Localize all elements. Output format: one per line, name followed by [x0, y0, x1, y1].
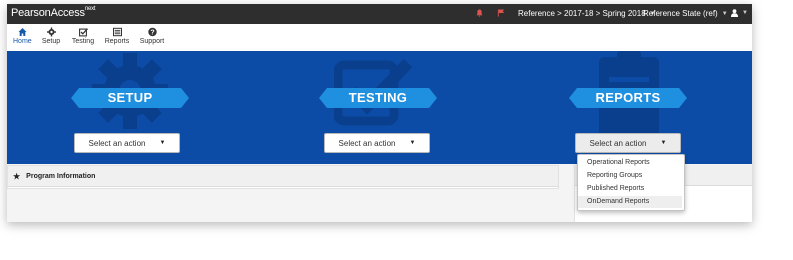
chevron-down-icon: ▼	[721, 10, 728, 17]
nav-support-label: Support	[139, 38, 165, 45]
nav-home-label: Home	[13, 38, 32, 45]
reports-dropdown-menu: Operational Reports Reporting Groups Pub…	[577, 154, 685, 211]
nav-home[interactable]: Home	[13, 27, 32, 45]
organization-dropdown[interactable]: Reference State (ref) ▼	[643, 9, 728, 18]
setup-select-label: Select an action	[88, 138, 146, 148]
menu-item-ondemand-reports[interactable]: OnDemand Reports	[578, 196, 682, 208]
testing-title: TESTING	[319, 88, 437, 108]
svg-text:?: ?	[150, 30, 154, 37]
app-window: PearsonAccessnext Reference > 2017-18 > …	[7, 4, 752, 222]
menu-item-published-reports[interactable]: Published Reports	[578, 183, 682, 195]
action-banner: SETUP TESTING REPORTS Select an action ▼…	[7, 51, 752, 164]
nav-reports-label: Reports	[104, 38, 130, 45]
reports-title: REPORTS	[569, 88, 687, 108]
list-icon	[112, 27, 122, 37]
reports-select-label: Select an action	[589, 138, 647, 148]
nav-reports[interactable]: Reports	[103, 27, 131, 45]
flag-icon[interactable]	[497, 9, 505, 17]
caret-down-icon: ▼	[660, 140, 667, 146]
menu-item-operational-reports[interactable]: Operational Reports	[578, 157, 682, 169]
main-nav: Home Setup Testing Reports ? Support	[7, 24, 752, 51]
nav-testing[interactable]: Testing	[70, 27, 96, 45]
caret-down-icon: ▼	[159, 140, 166, 146]
brand-name: PearsonAccess	[11, 7, 85, 19]
testing-action-select[interactable]: Select an action ▼	[324, 133, 430, 153]
reports-action-select[interactable]: Select an action ▼	[575, 133, 681, 153]
nav-testing-label: Testing	[71, 38, 95, 45]
setup-action-select[interactable]: Select an action ▼	[74, 133, 180, 153]
setup-title: SETUP	[71, 88, 189, 108]
brand-logo[interactable]: PearsonAccessnext	[11, 6, 96, 19]
question-icon: ?	[147, 27, 157, 37]
gear-icon	[46, 27, 56, 37]
nav-setup-label: Setup	[41, 38, 61, 45]
user-menu[interactable]: ▼	[731, 9, 748, 17]
breadcrumb-dropdown[interactable]: Reference > 2017-18 > Spring 2018 ▼	[518, 9, 656, 18]
chevron-down-icon: ▼	[742, 10, 748, 16]
program-information-panel: ★ Program Information	[7, 165, 559, 189]
menu-item-reporting-groups[interactable]: Reporting Groups	[578, 170, 682, 182]
testing-select-label: Select an action	[338, 138, 396, 148]
brand-superscript: next	[84, 6, 96, 13]
nav-setup[interactable]: Setup	[41, 27, 61, 45]
program-information-title: Program Information	[26, 172, 96, 180]
user-icon	[731, 9, 738, 17]
program-information-header[interactable]: ★ Program Information	[8, 166, 558, 187]
top-bar: PearsonAccessnext Reference > 2017-18 > …	[7, 4, 752, 24]
organization-label: Reference State (ref)	[643, 9, 718, 18]
breadcrumb: Reference > 2017-18 > Spring 2018	[518, 9, 646, 18]
checkbox-icon	[78, 28, 88, 37]
bell-icon[interactable]	[476, 9, 483, 17]
nav-support[interactable]: ? Support	[138, 27, 166, 45]
home-icon	[18, 28, 26, 36]
caret-down-icon: ▼	[409, 140, 416, 146]
star-icon: ★	[13, 171, 21, 181]
